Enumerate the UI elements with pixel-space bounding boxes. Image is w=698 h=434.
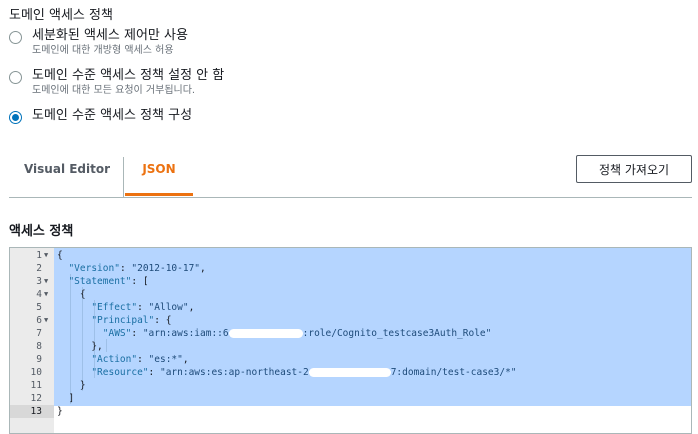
- json-bracket: }: [79, 380, 86, 391]
- line-number: 13: [30, 406, 42, 417]
- line-number: 7: [36, 328, 42, 339]
- line-number: 10: [30, 367, 42, 378]
- json-key: "Principal": [91, 315, 155, 326]
- line-number: 8: [36, 341, 42, 352]
- line-number: 11: [30, 380, 42, 391]
- radio-description: 도메인에 대한 모든 요청이 거부됩니다.: [32, 85, 196, 96]
- json-value: 7:domain/test-case3/*": [390, 367, 517, 378]
- code-token: {: [57, 250, 63, 261]
- json-policy-editor[interactable]: 1 ▼ { 2 "Version": "2012-10-17", 3 ▼ "St…: [9, 247, 692, 434]
- json-bracket: ]: [68, 393, 75, 404]
- code-line: 5 "Effect": "Allow",: [10, 301, 691, 314]
- radio-configure-domain-policy[interactable]: 도메인 수준 액세스 정책 구성: [9, 108, 192, 124]
- tab-visual-editor[interactable]: Visual Editor: [22, 156, 112, 196]
- json-value: "arn:aws:es:ap-northeast-2: [159, 367, 309, 378]
- json-bracket: {: [79, 289, 86, 300]
- radio-circle[interactable]: [9, 71, 22, 84]
- line-number: 5: [36, 302, 42, 313]
- json-bracket: [: [142, 276, 149, 287]
- redacted-account-id: [228, 329, 303, 338]
- code-line: 7 "AWS": "arn:aws:iam::6:role/Cognito_te…: [10, 327, 691, 340]
- redacted-account-id: [308, 368, 391, 377]
- json-bracket: }: [57, 406, 63, 417]
- json-key: "Resource": [91, 367, 149, 378]
- line-number: 2: [36, 263, 42, 274]
- line-number: 1: [36, 250, 42, 261]
- code-line: 10 "Resource": "arn:aws:es:ap-northeast-…: [10, 366, 691, 379]
- line-number: 9: [36, 354, 42, 365]
- tab-json[interactable]: JSON: [125, 156, 193, 196]
- line-number: 12: [30, 393, 42, 404]
- code-line-active: 13 }: [10, 405, 691, 418]
- fold-arrow-icon[interactable]: ▼: [44, 288, 52, 301]
- radio-circle-checked[interactable]: [9, 111, 22, 124]
- code-line: 9 "Action": "es:*",: [10, 353, 691, 366]
- radio-label: 도메인 수준 액세스 정책 설정 안 함: [32, 68, 225, 83]
- code-line: 11 }: [10, 379, 691, 392]
- json-key: "Effect": [91, 302, 138, 313]
- radio-label: 세분화된 액세스 제어만 사용: [32, 28, 188, 43]
- fold-arrow-icon[interactable]: ▼: [44, 314, 52, 327]
- code-line: 4 ▼ {: [10, 288, 691, 301]
- access-policy-label: 액세스 정책: [9, 224, 74, 239]
- json-key: "AWS": [102, 328, 132, 339]
- json-bracket: },: [91, 341, 103, 352]
- radio-fine-grained-only[interactable]: 세분화된 액세스 제어만 사용 도메인에 대한 개방형 액세스 허용: [9, 28, 188, 58]
- code-line: 3 ▼ "Statement": [: [10, 275, 691, 288]
- radio-circle[interactable]: [9, 31, 22, 44]
- radio-label: 도메인 수준 액세스 정책 구성: [32, 108, 193, 123]
- radio-description: 도메인에 대한 개방형 액세스 허용: [32, 45, 174, 56]
- import-policy-button[interactable]: 정책 가져오기: [576, 155, 692, 183]
- code-line: 1 ▼ {: [10, 249, 691, 262]
- line-number: 3: [36, 276, 42, 287]
- json-value: "Allow": [148, 302, 189, 313]
- json-value: "arn:aws:iam::6: [142, 328, 229, 339]
- fold-arrow-icon[interactable]: ▼: [44, 275, 52, 288]
- code-line: 12 ]: [10, 392, 691, 405]
- json-value: "2012-10-17": [131, 263, 201, 274]
- section-title: 도메인 액세스 정책: [9, 8, 113, 23]
- tabs-underline: [9, 197, 692, 198]
- json-key: "Statement": [68, 276, 132, 287]
- tab-divider: [123, 157, 124, 197]
- line-number: 4: [36, 289, 42, 300]
- json-key: "Version": [68, 263, 120, 274]
- line-number: 6: [36, 315, 42, 326]
- json-bracket: {: [165, 315, 172, 326]
- code-line: 8 },: [10, 340, 691, 353]
- json-value: "es:*": [148, 354, 183, 365]
- json-value: :role/Cognito_testcase3Auth_Role": [302, 328, 492, 339]
- radio-no-domain-policy[interactable]: 도메인 수준 액세스 정책 설정 안 함 도메인에 대한 모든 요청이 거부됩니…: [9, 68, 224, 98]
- json-key: "Action": [91, 354, 138, 365]
- code-line: 2 "Version": "2012-10-17",: [10, 262, 691, 275]
- code-line: 6 ▼ "Principal": {: [10, 314, 691, 327]
- fold-arrow-icon[interactable]: ▼: [44, 249, 52, 262]
